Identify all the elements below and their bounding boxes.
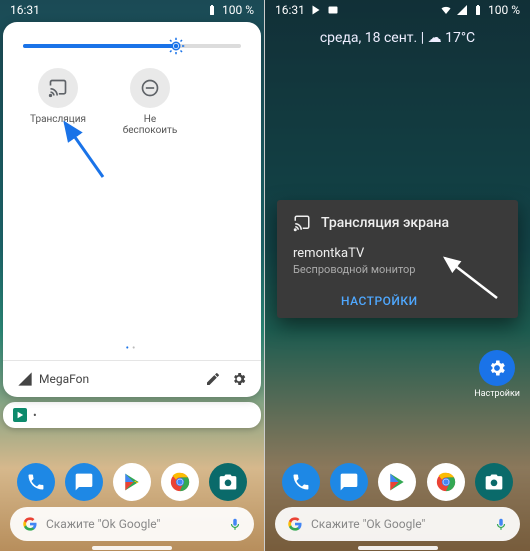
cast-dialog-title: Трансляция экрана bbox=[321, 215, 449, 231]
page-indicator: •• bbox=[3, 343, 261, 360]
battery-pct: 100 % bbox=[488, 3, 520, 17]
card-notif-icon bbox=[327, 4, 339, 16]
camera-app[interactable] bbox=[209, 463, 247, 501]
temp-label: 17°C bbox=[445, 30, 475, 46]
quick-settings-panel: Трансляция Не беспокоить •• MegaFon bbox=[3, 22, 261, 397]
status-time: 16:31 bbox=[275, 3, 305, 17]
search-placeholder: Скажите "Ok Google" bbox=[46, 517, 160, 531]
chrome-app[interactable] bbox=[427, 463, 465, 501]
notification-dot: • bbox=[33, 409, 37, 422]
status-time: 16:31 bbox=[10, 3, 40, 17]
search-placeholder: Скажите "Ok Google" bbox=[311, 517, 425, 531]
google-icon bbox=[22, 516, 38, 532]
statusbar-left: 16:31 100 % bbox=[0, 0, 264, 20]
mic-icon[interactable] bbox=[494, 517, 508, 531]
date-label: среда, 18 сент. bbox=[320, 30, 417, 46]
annotation-arrow bbox=[55, 115, 110, 185]
notification-card[interactable]: • bbox=[3, 402, 261, 428]
header-sep: | bbox=[421, 30, 424, 46]
brightness-icon bbox=[167, 37, 185, 55]
battery-icon bbox=[472, 4, 484, 16]
dnd-tile[interactable]: Не беспокоить bbox=[117, 68, 183, 136]
search-bar[interactable]: Скажите "Ok Google" bbox=[10, 507, 254, 541]
phone-app[interactable] bbox=[17, 463, 55, 501]
dnd-icon bbox=[140, 78, 160, 98]
chrome-app[interactable] bbox=[161, 463, 199, 501]
brightness-fill bbox=[23, 44, 176, 48]
play-store-app[interactable] bbox=[378, 463, 416, 501]
play-notif-icon bbox=[310, 4, 322, 16]
phone-right: 16:31 100 % среда, 18 сент. | ☁ 17°C Тра… bbox=[265, 0, 530, 551]
messages-app[interactable] bbox=[65, 463, 103, 501]
phone-left: 16:31 100 % Трансляция bbox=[0, 0, 265, 551]
dnd-tile-label: Не беспокоить bbox=[117, 114, 183, 136]
qs-footer: MegaFon bbox=[3, 360, 261, 397]
settings-shortcut[interactable]: Настройки bbox=[474, 350, 520, 399]
camera-app[interactable] bbox=[475, 463, 513, 501]
search-bar[interactable]: Скажите "Ok Google" bbox=[275, 507, 520, 541]
phone-app[interactable] bbox=[282, 463, 320, 501]
dock bbox=[0, 463, 264, 501]
battery-pct: 100 % bbox=[222, 3, 254, 17]
messages-app[interactable] bbox=[330, 463, 368, 501]
notification-app-icon bbox=[13, 408, 27, 422]
nav-bar[interactable] bbox=[0, 543, 264, 551]
battery-icon bbox=[206, 4, 218, 16]
mic-icon[interactable] bbox=[228, 517, 242, 531]
gear-icon[interactable] bbox=[231, 371, 247, 387]
tiles-row: Трансляция Не беспокоить bbox=[3, 58, 261, 146]
carrier-label: MegaFon bbox=[17, 371, 195, 387]
signal-icon bbox=[17, 371, 33, 387]
signal-icon bbox=[456, 4, 468, 16]
annotation-arrow bbox=[435, 250, 505, 305]
brightness-slider[interactable] bbox=[23, 44, 241, 48]
cast-icon bbox=[293, 214, 311, 232]
weather-icon: ☁ bbox=[428, 30, 442, 46]
google-icon bbox=[287, 516, 303, 532]
dock bbox=[265, 463, 530, 501]
gear-icon bbox=[487, 358, 507, 378]
settings-shortcut-label: Настройки bbox=[474, 389, 520, 399]
wifi-icon bbox=[440, 4, 452, 16]
cast-icon bbox=[48, 78, 68, 98]
brightness-thumb[interactable] bbox=[167, 37, 185, 55]
play-store-app[interactable] bbox=[113, 463, 151, 501]
statusbar-right: 16:31 100 % bbox=[265, 0, 530, 20]
nav-bar[interactable] bbox=[265, 543, 530, 551]
home-header: среда, 18 сент. | ☁ 17°C bbox=[265, 20, 530, 56]
pencil-icon[interactable] bbox=[205, 371, 221, 387]
